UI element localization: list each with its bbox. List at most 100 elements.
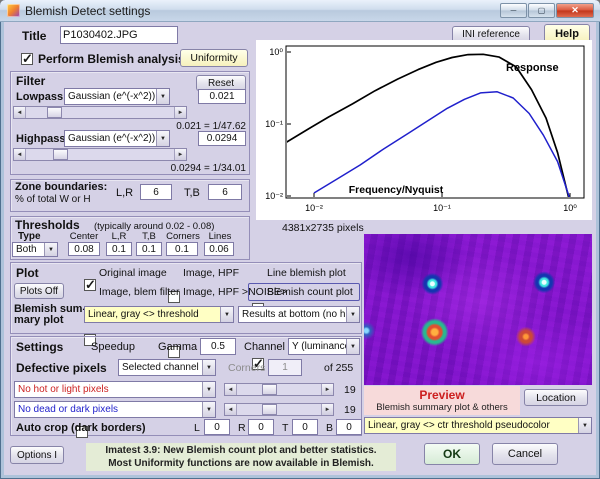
highpass-label: Highpass <box>16 133 66 145</box>
dead-pixels-select[interactable]: No dead or dark pixels ▼ <box>14 401 216 418</box>
threshold-tb-input[interactable] <box>136 242 162 256</box>
chevron-down-icon: ▼ <box>202 360 215 375</box>
threshold-col-corners: Corners <box>166 231 200 242</box>
ok-button[interactable]: OK <box>424 443 480 465</box>
threshold-lines-input[interactable] <box>204 242 234 256</box>
chevron-down-icon: ▼ <box>44 243 57 256</box>
window-controls: ─ ▢ ✕ <box>499 3 594 18</box>
window-title: Blemish Detect settings <box>25 3 151 18</box>
original-image-checkbox[interactable] <box>84 277 96 293</box>
slider-left-arrow-icon[interactable]: ◄ <box>14 149 26 160</box>
slider-right-arrow-icon[interactable]: ► <box>321 384 333 395</box>
cancel-button[interactable]: Cancel <box>492 443 558 465</box>
gamma-input[interactable] <box>200 338 236 355</box>
image-blem-filter-label[interactable]: Image, blem filter <box>99 286 180 298</box>
corners-label: Corners <box>228 362 266 374</box>
slider-right-arrow-icon[interactable]: ► <box>174 149 186 160</box>
app-icon <box>7 4 20 17</box>
slider-left-arrow-icon[interactable]: ◄ <box>14 107 26 118</box>
channel-select[interactable]: Y (luminance) ▼ <box>288 338 360 355</box>
hot-pixels-level: 19 <box>344 384 356 396</box>
of-255-label: of 255 <box>324 362 354 374</box>
highpass-note: 0.0294 = 1/34.01 <box>170 163 246 174</box>
defective-pixels-label: Defective pixels <box>16 361 107 375</box>
perform-analysis-checkbox[interactable] <box>21 51 33 67</box>
close-icon[interactable]: ✕ <box>556 3 594 18</box>
highpass-type-select[interactable]: Gaussian (e^(-x^2)) ▼ <box>64 130 170 147</box>
defective-channel-select[interactable]: Selected channel ▼ <box>118 359 216 376</box>
zone-sublabel: % of total W or H <box>15 194 91 205</box>
threshold-lr-input[interactable] <box>106 242 132 256</box>
slider-thumb[interactable] <box>262 404 278 415</box>
results-select[interactable]: Results at bottom (no histogram) ▼ <box>238 306 360 323</box>
perform-analysis-label[interactable]: Perform Blemish analysis <box>38 52 185 66</box>
autocrop-r-label: R <box>238 422 246 434</box>
autocrop-b-input[interactable] <box>336 419 362 435</box>
blemish-preview-image <box>364 234 592 385</box>
slider-thumb[interactable] <box>52 149 68 160</box>
speedup-label[interactable]: Speedup <box>91 341 135 353</box>
autocrop-t-label: T <box>282 422 289 434</box>
slider-thumb[interactable] <box>46 107 62 118</box>
line-blemish-label[interactable]: Line blemish plot <box>267 267 346 279</box>
hot-pixels-slider[interactable]: ◄ ► <box>224 383 334 396</box>
summary-plot-label-line2: mary plot <box>14 314 64 326</box>
slider-left-arrow-icon[interactable]: ◄ <box>225 384 237 395</box>
lowpass-type-select[interactable]: Gaussian (e^(-x^2)) ▼ <box>64 88 170 105</box>
threshold-col-lines: Lines <box>208 231 232 242</box>
x-tick-2: 10⁰ <box>563 203 577 213</box>
highpass-slider[interactable]: ◄ ► <box>13 148 187 161</box>
chevron-down-icon: ▼ <box>578 418 591 433</box>
corners-input[interactable] <box>268 359 302 376</box>
autocrop-r-input[interactable] <box>248 419 274 435</box>
preview-display-select[interactable]: Linear, gray <> ctr threshold pseudocolo… <box>364 417 592 434</box>
location-button[interactable]: Location <box>524 389 588 406</box>
autocrop-label: Auto crop (dark borders) <box>16 422 146 434</box>
x-tick-0: 10⁻² <box>305 203 323 213</box>
autocrop-t-input[interactable] <box>292 419 318 435</box>
plots-off-button[interactable]: Plots Off <box>14 283 64 299</box>
chevron-down-icon: ▼ <box>202 382 215 397</box>
highpass-value-input[interactable] <box>198 131 246 146</box>
x-tick-1: 10⁻¹ <box>433 203 451 213</box>
threshold-col-center: Center <box>69 231 99 242</box>
options-button[interactable]: Options I <box>10 446 64 464</box>
zone-tb-input[interactable] <box>208 184 242 200</box>
dead-pixels-slider[interactable]: ◄ ► <box>224 403 334 416</box>
response-plot: Response Frequency/Nyquist 10⁰ 10⁻¹ 10⁻²… <box>265 45 585 213</box>
zone-lr-label: L,R <box>116 187 134 199</box>
lowpass-value-input[interactable] <box>198 89 246 104</box>
zone-lr-input[interactable] <box>140 184 172 200</box>
threshold-type-select[interactable]: Both ▼ <box>12 242 58 257</box>
threshold-type-label: Type <box>18 231 41 242</box>
chevron-down-icon: ▼ <box>346 307 359 322</box>
uniformity-button[interactable]: Uniformity <box>180 49 248 67</box>
minimize-icon[interactable]: ─ <box>500 3 527 18</box>
plot-label: Plot <box>16 266 39 280</box>
maximize-icon[interactable]: ▢ <box>528 3 555 18</box>
image-hpf-label[interactable]: Image, HPF <box>183 267 239 279</box>
threshold-center-input[interactable] <box>68 242 100 256</box>
autocrop-l-input[interactable] <box>204 419 230 435</box>
hot-pixels-select[interactable]: No hot or light pixels ▼ <box>14 381 216 398</box>
response-annotation: Response <box>506 62 559 74</box>
original-image-label[interactable]: Original image <box>99 267 167 279</box>
image-pixels-label: 4381x2735 pixels <box>282 222 364 234</box>
title-label: Title <box>22 29 47 43</box>
chevron-down-icon: ▼ <box>220 307 233 322</box>
slider-right-arrow-icon[interactable]: ► <box>174 107 186 118</box>
lowpass-label: Lowpass <box>16 91 64 103</box>
lowpass-slider[interactable]: ◄ ► <box>13 106 187 119</box>
note-line1: Imatest 3.9: New Blemish count plot and … <box>105 445 377 456</box>
blemish-count-label[interactable]: Blemish count plot <box>267 286 353 298</box>
slider-right-arrow-icon[interactable]: ► <box>321 404 333 415</box>
summary-plot-select[interactable]: Linear, gray <> threshold ▼ <box>84 306 234 323</box>
chevron-down-icon: ▼ <box>202 402 215 417</box>
blemish-detect-dialog: Blemish Detect settings ─ ▢ ✕ Title INI … <box>0 0 600 479</box>
title-input[interactable] <box>60 26 178 44</box>
slider-thumb[interactable] <box>262 384 278 395</box>
slider-left-arrow-icon[interactable]: ◄ <box>225 404 237 415</box>
version-note: Imatest 3.9: New Blemish count plot and … <box>86 443 396 471</box>
threshold-corners-input[interactable] <box>166 242 198 256</box>
y-tick-0: 10⁰ <box>269 47 283 57</box>
